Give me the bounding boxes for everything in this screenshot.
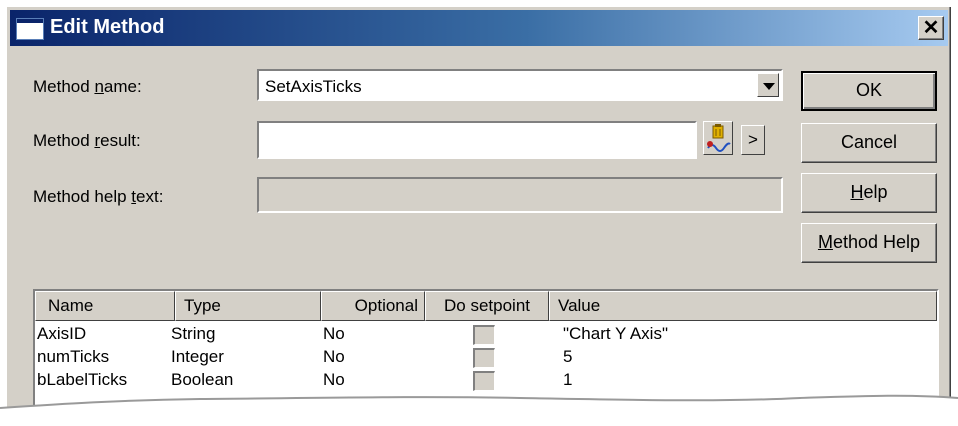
method-help-text-label: Method help text: (33, 187, 164, 206)
table-header: Name Type Optional Do setpoint Value (35, 291, 937, 321)
ok-label: OK (855, 80, 882, 100)
chevron-down-icon[interactable] (757, 73, 779, 97)
method-name-value: SetAxisTicks (265, 77, 362, 96)
column-header-optional[interactable]: Optional (321, 291, 425, 321)
param-type: String (171, 324, 216, 343)
method-name-label: Method name: (33, 77, 142, 96)
column-header-value[interactable]: Value (549, 291, 937, 321)
method-help-text-field (257, 177, 783, 213)
close-icon: ✕ (922, 17, 940, 39)
method-name-combobox[interactable]: SetAxisTicks (257, 69, 783, 101)
param-value[interactable]: "Chart Y Axis" (563, 324, 668, 344)
help-label: Help (850, 182, 888, 202)
ok-button[interactable]: OK (801, 71, 937, 111)
param-value[interactable]: 5 (563, 347, 572, 367)
param-optional: No (323, 347, 345, 366)
param-name: AxisID (37, 324, 87, 343)
expand-result-button[interactable]: > (741, 125, 765, 155)
column-header-type[interactable]: Type (175, 291, 321, 321)
column-header-name[interactable]: Name (35, 291, 175, 321)
param-name: numTicks (37, 347, 110, 366)
edit-method-dialog: Edit Method ✕ Method name: SetAxisTicks … (6, 6, 952, 422)
method-help-label: Method Help (817, 232, 921, 252)
tag-browser-button[interactable] (703, 121, 733, 155)
column-header-do-setpoint[interactable]: Do setpoint (425, 291, 549, 321)
chevron-right-icon: > (748, 130, 758, 149)
method-help-button[interactable]: Method Help (801, 223, 937, 263)
method-result-label: Method result: (33, 131, 141, 150)
do-setpoint-checkbox[interactable] (473, 325, 495, 345)
close-button[interactable]: ✕ (918, 16, 944, 40)
tag-browser-icon (707, 124, 731, 152)
param-optional: No (323, 324, 345, 343)
torn-edge-decoration (0, 394, 958, 426)
window-title: Edit Method (50, 16, 165, 38)
cancel-button[interactable]: Cancel (801, 123, 937, 163)
cancel-label: Cancel (840, 132, 898, 152)
method-result-input[interactable] (257, 121, 697, 159)
title-bar[interactable]: Edit Method ✕ (10, 10, 948, 46)
param-type: Integer (171, 347, 224, 366)
help-button[interactable]: Help (801, 173, 937, 213)
do-setpoint-checkbox[interactable] (473, 348, 495, 368)
window-icon (16, 18, 44, 40)
